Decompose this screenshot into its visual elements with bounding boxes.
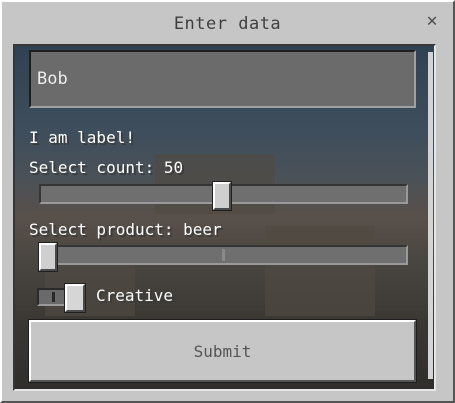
- product-slider[interactable]: [38, 242, 408, 272]
- close-icon[interactable]: ✕: [423, 12, 441, 30]
- toggle-thumb[interactable]: [64, 283, 86, 313]
- slider-tick-mark: [222, 249, 225, 261]
- product-slider-thumb[interactable]: [38, 242, 58, 272]
- dialog-window: Enter data ✕ I am label! Select count: 5…: [0, 0, 455, 403]
- form-panel: I am label! Select count: 50 Select prod…: [13, 44, 436, 391]
- dialog-title: Enter data: [173, 14, 282, 34]
- count-slider[interactable]: [39, 181, 408, 211]
- scrollbar-thumb[interactable]: [428, 52, 433, 379]
- count-slider-thumb[interactable]: [212, 181, 232, 211]
- name-input[interactable]: [31, 52, 414, 106]
- toggle-notch: [52, 292, 55, 302]
- creative-toggle-label: Creative: [96, 286, 174, 305]
- name-input-field[interactable]: [29, 50, 416, 108]
- static-label: I am label!: [29, 128, 135, 147]
- title-bar: Enter data ✕: [2, 2, 453, 44]
- background-block: [265, 226, 375, 316]
- product-slider-label: Select product: beer: [29, 220, 222, 239]
- creative-toggle[interactable]: [37, 283, 86, 313]
- submit-button[interactable]: Submit: [28, 319, 417, 383]
- count-slider-label: Select count: 50: [29, 158, 184, 177]
- scrollbar[interactable]: [428, 52, 433, 379]
